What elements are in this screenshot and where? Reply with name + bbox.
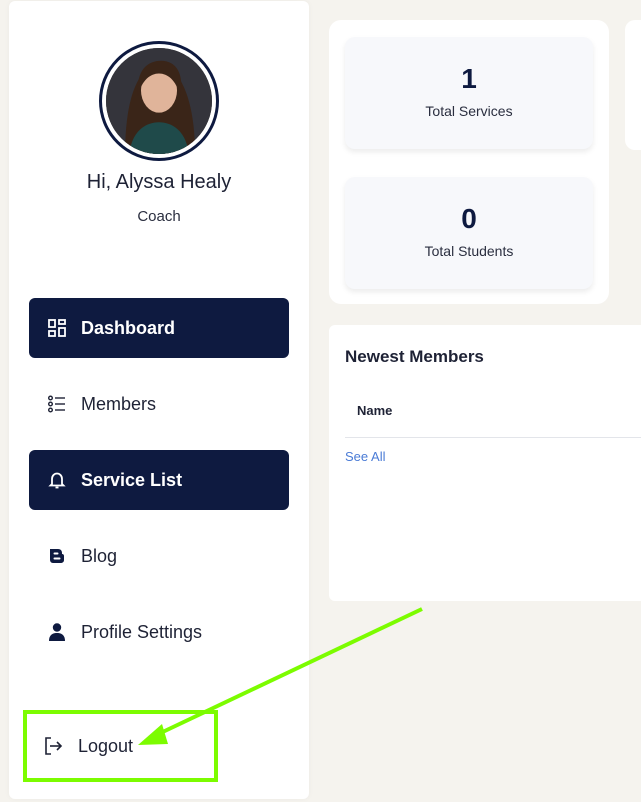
bell-icon	[47, 470, 67, 490]
sidebar-item-label: Profile Settings	[81, 621, 203, 642]
sidebar: Hi, Alyssa Healy Coach Dashboard Members…	[9, 1, 309, 799]
column-header-name: Name	[357, 403, 393, 418]
stats-card-partial	[625, 20, 641, 150]
sidebar-item-members[interactable]: Members	[29, 374, 289, 434]
user-role: Coach	[137, 208, 181, 225]
profile-photo	[106, 48, 212, 154]
see-all-link[interactable]: See All	[345, 449, 385, 464]
sidebar-item-blog[interactable]: Blog	[29, 526, 289, 586]
user-greeting: Hi, Alyssa Healy	[86, 171, 232, 193]
sidebar-item-service-list[interactable]: Service List	[29, 450, 289, 510]
stat-total-services: 1 Total Services	[345, 37, 593, 149]
stat-total-students: 0 Total Students	[345, 177, 593, 289]
stat-label: Total Services	[425, 103, 513, 119]
sidebar-item-label: Blog	[81, 545, 118, 566]
stats-card: 1 Total Services 0 Total Students	[329, 20, 609, 304]
sidebar-item-profile-settings[interactable]: Profile Settings	[29, 602, 289, 662]
user-icon	[47, 622, 67, 642]
list-icon	[47, 394, 67, 414]
sidebar-item-label: Service List	[81, 469, 183, 490]
stat-label: Total Students	[424, 243, 514, 259]
stat-value: 1	[461, 63, 477, 94]
logout-label: Logout	[78, 735, 134, 756]
sidebar-item-label: Members	[81, 393, 157, 414]
logout-button[interactable]: Logout	[22, 712, 210, 780]
stat-value: 0	[461, 203, 477, 234]
dashboard-icon	[47, 318, 67, 338]
sidebar-item-dashboard[interactable]: Dashboard	[29, 298, 289, 358]
logout-icon	[42, 735, 64, 757]
panel-title: Newest Members	[345, 347, 484, 366]
divider	[345, 437, 641, 438]
sidebar-item-label: Dashboard	[81, 317, 176, 338]
blogger-icon	[47, 546, 67, 566]
newest-members-panel: Newest Members Name See All	[329, 325, 641, 601]
avatar	[99, 41, 219, 161]
